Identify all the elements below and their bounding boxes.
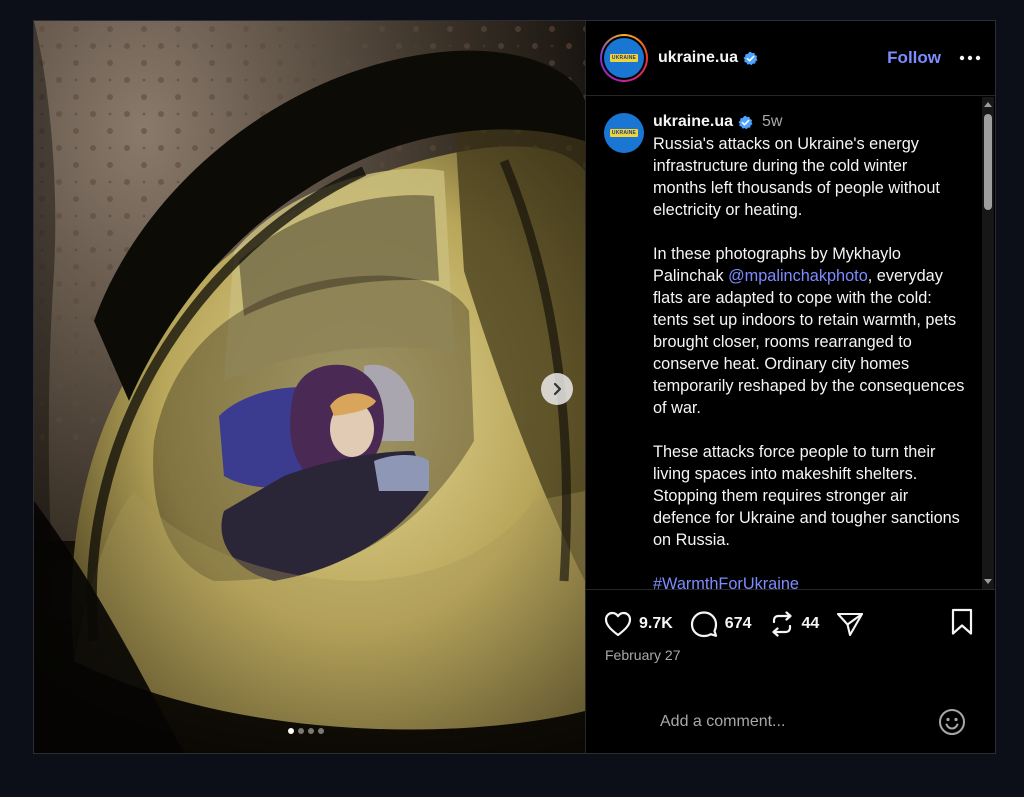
comment-icon [690, 611, 717, 638]
post-date[interactable]: February 27 [586, 640, 996, 663]
post-actions: 9.7K 674 44 February 27 [586, 589, 996, 663]
caption-scrollbar[interactable] [982, 97, 994, 589]
emoji-button[interactable] [938, 708, 966, 736]
scroll-up-arrow[interactable] [984, 102, 992, 107]
post-photo [34, 21, 585, 753]
scroll-thumb[interactable] [984, 114, 992, 210]
repost-count[interactable]: 44 [802, 615, 820, 633]
verified-badge-icon [743, 51, 758, 65]
verified-badge-icon [738, 115, 753, 129]
like-count[interactable]: 9.7K [639, 615, 673, 633]
caption-paragraph: In these photographs by Mykhaylo Palinch… [653, 245, 965, 417]
avatar: UKRAINE [604, 38, 644, 78]
post-side-panel: UKRAINE ukraine.ua Follow UKRAINE ukrain… [585, 21, 996, 753]
repost-button[interactable]: 44 [769, 611, 820, 637]
caption-scroll-area[interactable]: UKRAINE ukraine.ua 5w Russia's attacks o… [586, 97, 996, 589]
bookmark-icon [951, 608, 973, 635]
story-ring-avatar[interactable]: UKRAINE [600, 34, 648, 82]
like-button[interactable]: 9.7K [604, 611, 673, 637]
post-modal: UKRAINE ukraine.ua Follow UKRAINE ukrain… [33, 20, 996, 754]
mention-link[interactable]: @mpalinchakphoto [728, 267, 868, 285]
emoji-icon [939, 709, 965, 735]
comment-count[interactable]: 674 [725, 615, 752, 633]
next-image-button[interactable] [541, 373, 573, 405]
post-header: UKRAINE ukraine.ua Follow [586, 21, 995, 96]
carousel-dot [308, 728, 314, 734]
avatar-label: UKRAINE [609, 129, 639, 137]
more-dots-icon [959, 55, 981, 61]
carousel-indicator [288, 728, 324, 734]
carousel-dot [318, 728, 324, 734]
share-button[interactable] [836, 611, 864, 637]
chevron-right-icon [553, 382, 562, 396]
caption: ukraine.ua 5w Russia's attacks on Ukrain… [653, 111, 965, 589]
post-time[interactable]: 5w [762, 111, 782, 133]
repost-icon [771, 611, 792, 637]
caption-paragraph: These attacks force people to turn their… [653, 443, 960, 549]
more-options-button[interactable] [959, 48, 981, 68]
header-username[interactable]: ukraine.ua [658, 49, 738, 67]
caption-username[interactable]: ukraine.ua [653, 111, 733, 133]
heart-icon [604, 611, 632, 637]
carousel-dot [298, 728, 304, 734]
comment-input[interactable] [660, 713, 938, 731]
caption-paragraph: Russia's attacks on Ukraine's energy inf… [653, 135, 940, 219]
add-comment-bar [586, 691, 996, 753]
save-button[interactable] [950, 608, 974, 641]
post-media[interactable] [34, 21, 585, 753]
follow-button[interactable]: Follow [887, 48, 941, 68]
avatar-label: UKRAINE [609, 54, 639, 62]
send-icon [837, 612, 864, 637]
hashtag-link[interactable]: #WarmthForUkraine [653, 575, 799, 589]
scroll-down-arrow[interactable] [984, 579, 992, 584]
carousel-dot [288, 728, 294, 734]
comment-button[interactable]: 674 [690, 610, 752, 638]
caption-avatar[interactable]: UKRAINE [604, 113, 644, 153]
